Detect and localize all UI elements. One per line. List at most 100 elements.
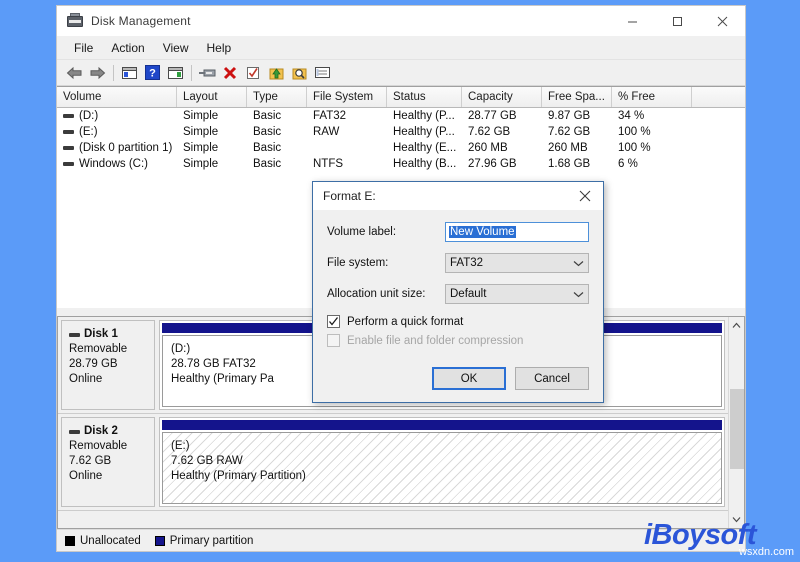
ok-button[interactable]: OK (432, 367, 506, 390)
table-row[interactable]: Windows (C:) Simple Basic NTFS Healthy (… (57, 156, 745, 172)
cell-volume: (Disk 0 partition 1) (57, 140, 177, 156)
cell-file-system (307, 140, 387, 156)
allocation-unit-size-select[interactable]: Default (445, 284, 589, 304)
file-system-row: File system: FAT32 (327, 253, 589, 273)
scroll-up-icon[interactable] (729, 317, 745, 334)
table-row[interactable]: (E:) Simple Basic RAW Healthy (P... 7.62… (57, 124, 745, 140)
cell-volume: (D:) (57, 108, 177, 124)
cell-percent-free: 6 % (612, 156, 692, 172)
rescan-disks-icon[interactable] (196, 62, 218, 84)
title-bar: Disk Management (57, 6, 745, 36)
menu-item-view[interactable]: View (154, 38, 198, 58)
close-button[interactable] (700, 6, 745, 36)
scrollbar-thumb[interactable] (730, 389, 744, 469)
toolbar: ? (57, 60, 745, 86)
volume-label-row: Volume label: New Volume (327, 222, 589, 242)
show-hide-console-tree-icon[interactable] (118, 62, 140, 84)
table-row[interactable]: (Disk 0 partition 1) Simple Basic Health… (57, 140, 745, 156)
delete-icon[interactable] (219, 62, 241, 84)
dialog-buttons: OK Cancel (423, 367, 589, 390)
cell-layout: Simple (177, 156, 247, 172)
disk-info-1: Disk 1 Removable 28.79 GB Online (61, 320, 155, 410)
cell-layout: Simple (177, 124, 247, 140)
iboysoft-watermark-prefix: i (644, 519, 652, 551)
window-title: Disk Management (91, 14, 191, 28)
menu-item-file[interactable]: File (65, 38, 102, 58)
svg-text:?: ? (149, 68, 156, 80)
compression-row: Enable file and folder compression (327, 334, 589, 347)
legend-item-primary-partition: Primary partition (155, 535, 254, 547)
column-header-status[interactable]: Status (387, 87, 462, 107)
disk-partition-area-2[interactable]: (E:) 7.62 GB RAW Healthy (Primary Partit… (159, 417, 725, 507)
site-watermark: wsxdn.com (739, 546, 794, 558)
export-list-icon[interactable] (265, 62, 287, 84)
partition-body-2[interactable]: (E:) 7.62 GB RAW Healthy (Primary Partit… (162, 432, 722, 504)
maximize-button[interactable] (655, 6, 700, 36)
cell-status: Healthy (E... (387, 140, 462, 156)
chevron-down-icon (573, 291, 584, 298)
minimize-button[interactable] (610, 6, 655, 36)
table-row[interactable]: (D:) Simple Basic FAT32 Healthy (P... 28… (57, 108, 745, 124)
menu-bar: File Action View Help (57, 36, 745, 60)
forward-icon[interactable] (86, 62, 108, 84)
column-header-capacity[interactable]: Capacity (462, 87, 542, 107)
disk-block-2[interactable]: Disk 2 Removable 7.62 GB Online (E:) 7.6… (58, 414, 728, 511)
cell-free-space: 260 MB (542, 140, 612, 156)
chevron-down-icon (573, 260, 584, 267)
cell-type: Basic (247, 124, 307, 140)
properties-icon[interactable] (311, 62, 333, 84)
dialog-title-bar: Format E: (313, 182, 603, 210)
cell-volume-text: Windows (C:) (79, 158, 148, 170)
cell-volume: Windows (C:) (57, 156, 177, 172)
show-hide-action-pane-icon[interactable] (164, 62, 186, 84)
volume-label-label: Volume label: (327, 226, 445, 238)
quick-format-row[interactable]: Perform a quick format (327, 315, 589, 328)
column-header-layout[interactable]: Layout (177, 87, 247, 107)
file-system-value: FAT32 (450, 257, 483, 269)
volume-label-input[interactable]: New Volume (445, 222, 589, 242)
menu-item-help[interactable]: Help (198, 38, 241, 58)
cell-percent-free: 100 % (612, 124, 692, 140)
disk-state-2: Online (69, 469, 149, 484)
volume-drive-icon (63, 162, 74, 166)
help-icon[interactable]: ? (141, 62, 163, 84)
partition-label-2: (E:) (171, 439, 721, 454)
cell-status: Healthy (B... (387, 156, 462, 172)
check-icon[interactable] (242, 62, 264, 84)
cell-volume-text: (Disk 0 partition 1) (79, 142, 172, 154)
disk-size-1: 28.79 GB (69, 357, 149, 372)
partition-status-2: Healthy (Primary Partition) (171, 469, 721, 484)
column-header-spacer[interactable] (692, 87, 745, 107)
disk-name-label: Disk 2 (84, 424, 118, 439)
back-icon[interactable] (63, 62, 85, 84)
column-header-file-system[interactable]: File System (307, 87, 387, 107)
search-icon[interactable] (288, 62, 310, 84)
cell-status: Healthy (P... (387, 108, 462, 124)
dialog-body: Volume label: New Volume File system: FA… (313, 210, 603, 402)
menu-item-action[interactable]: Action (102, 38, 153, 58)
scrollbar-track[interactable] (729, 334, 745, 511)
cell-volume: (E:) (57, 124, 177, 140)
volume-drive-icon (63, 114, 74, 118)
unallocated-swatch (65, 536, 75, 546)
cell-percent-free: 34 % (612, 108, 692, 124)
cell-file-system: RAW (307, 124, 387, 140)
disk-name-2: Disk 2 (69, 424, 149, 439)
legend-item-unallocated: Unallocated (65, 535, 141, 547)
file-system-select[interactable]: FAT32 (445, 253, 589, 273)
volume-drive-icon (63, 146, 74, 150)
column-header-free-space[interactable]: Free Spa... (542, 87, 612, 107)
cell-status: Healthy (P... (387, 124, 462, 140)
window-controls (610, 6, 745, 36)
quick-format-checkbox[interactable] (327, 315, 340, 328)
column-header-percent-free[interactable]: % Free (612, 87, 692, 107)
close-icon[interactable] (567, 182, 603, 210)
cell-file-system: NTFS (307, 156, 387, 172)
column-header-type[interactable]: Type (247, 87, 307, 107)
allocation-unit-size-row: Allocation unit size: Default (327, 284, 589, 304)
cell-file-system: FAT32 (307, 108, 387, 124)
column-header-volume[interactable]: Volume (57, 87, 177, 107)
cancel-button[interactable]: Cancel (515, 367, 589, 390)
graphical-view-scrollbar[interactable] (728, 317, 744, 528)
cell-volume-text: (E:) (79, 126, 98, 138)
